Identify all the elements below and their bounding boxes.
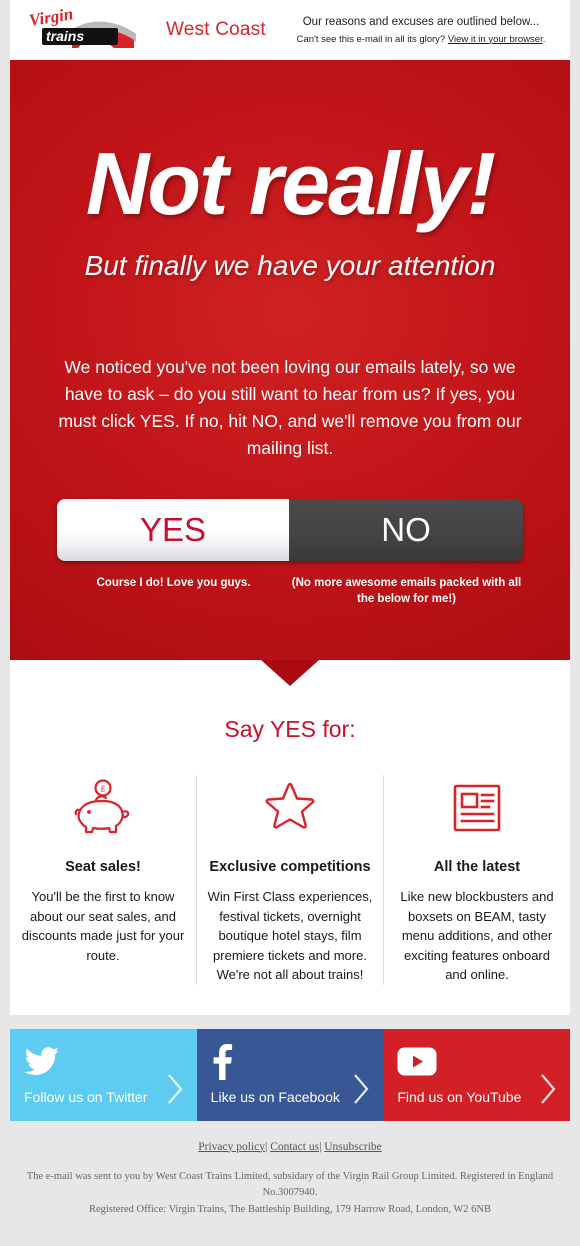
hero-subtitle: But finally we have your attention bbox=[84, 250, 496, 281]
star-icon bbox=[206, 775, 374, 841]
toggle-captions: Course I do! Love you guys. (No more awe… bbox=[57, 575, 523, 608]
panel-title: Say YES for: bbox=[224, 716, 356, 742]
virgin-trains-logo-mark: Virgin trains bbox=[28, 8, 156, 52]
hero-notch-triangle bbox=[261, 660, 319, 686]
footer-links: Privacy policy| Contact us| Unsubscribe bbox=[10, 1141, 570, 1153]
svg-text:Virgin: Virgin bbox=[28, 8, 75, 30]
email-page: Virgin trains West Coast Our reasons and… bbox=[0, 0, 580, 1246]
benefits-panel: Say YES for: £ Seat sales! You'll be the bbox=[10, 660, 570, 1015]
benefits-columns: £ Seat sales! You'll be the first to kno… bbox=[10, 775, 570, 985]
benefit-heading: All the latest bbox=[433, 859, 521, 875]
svg-text:trains: trains bbox=[46, 28, 84, 44]
view-in-browser-prefix: Can't see this e-mail in all its glory? bbox=[296, 33, 448, 45]
chevron-right-icon bbox=[351, 1072, 371, 1111]
benefit-text: You'll be the first to know about our se… bbox=[21, 889, 185, 963]
view-in-browser-suffix: . bbox=[542, 33, 546, 45]
chevron-right-icon bbox=[538, 1072, 558, 1111]
yes-caption: Course I do! Love you guys. bbox=[96, 576, 251, 589]
unsubscribe-link[interactable]: Unsubscribe bbox=[324, 1141, 382, 1153]
hero-title: Not really! bbox=[85, 134, 496, 233]
benefit-heading: Exclusive competitions bbox=[209, 859, 371, 875]
sub-brand-label: West Coast bbox=[166, 19, 266, 40]
social-twitter-panel[interactable]: Follow us on Twitter bbox=[10, 1028, 197, 1121]
contact-us-link[interactable]: Contact us bbox=[270, 1141, 319, 1153]
benefit-column-competitions: Exclusive competitions Win First Class e… bbox=[196, 775, 384, 985]
benefit-column-seat-sales: £ Seat sales! You'll be the first to kno… bbox=[10, 775, 196, 985]
no-caption: (No more awesome emails packed with all … bbox=[291, 576, 522, 606]
privacy-policy-link[interactable]: Privacy policy bbox=[198, 1141, 265, 1153]
social-youtube-panel[interactable]: Find us on YouTube bbox=[383, 1028, 571, 1121]
footer-legal-line-2: Registered Office: Virgin Trains, The Ba… bbox=[88, 1204, 492, 1216]
benefit-text: Win First Class experiences, festival ti… bbox=[207, 889, 373, 982]
view-in-browser-line: Can't see this e-mail in all its glory? … bbox=[278, 34, 564, 45]
benefit-heading: Seat sales! bbox=[65, 859, 141, 875]
yes-no-toggle[interactable]: YES NO bbox=[57, 498, 523, 561]
header-message: Our reasons and excuses are outlined bel… bbox=[278, 16, 570, 45]
hero-body-text: We noticed you've not been loving our em… bbox=[58, 357, 522, 459]
virgin-trains-logo[interactable]: Virgin trains West Coast bbox=[10, 8, 278, 52]
email-header: Virgin trains West Coast Our reasons and… bbox=[10, 0, 570, 60]
newspaper-icon bbox=[393, 775, 561, 841]
footer-legal-line-1: The e-mail was sent to you by West Coast… bbox=[26, 1170, 554, 1199]
yes-button[interactable]: YES bbox=[57, 498, 289, 561]
email-footer: Privacy policy| Contact us| Unsubscribe … bbox=[10, 1120, 570, 1229]
view-in-browser-link[interactable]: View it in your browser bbox=[448, 34, 543, 45]
no-button[interactable]: NO bbox=[289, 498, 523, 561]
svg-text:£: £ bbox=[101, 785, 106, 794]
social-bar: Follow us on Twitter Like us on Facebook bbox=[10, 1028, 571, 1121]
piggy-bank-icon: £ bbox=[19, 775, 187, 841]
header-tagline: Our reasons and excuses are outlined bel… bbox=[302, 15, 540, 28]
benefit-column-latest: All the latest Like new blockbusters and… bbox=[384, 775, 570, 985]
hero-banner: Not really! But finally we have your att… bbox=[10, 60, 570, 686]
social-facebook-panel[interactable]: Like us on Facebook bbox=[196, 1028, 384, 1121]
benefit-text: Like new blockbusters and boxsets on BEA… bbox=[400, 889, 554, 982]
chevron-right-icon bbox=[165, 1072, 185, 1111]
